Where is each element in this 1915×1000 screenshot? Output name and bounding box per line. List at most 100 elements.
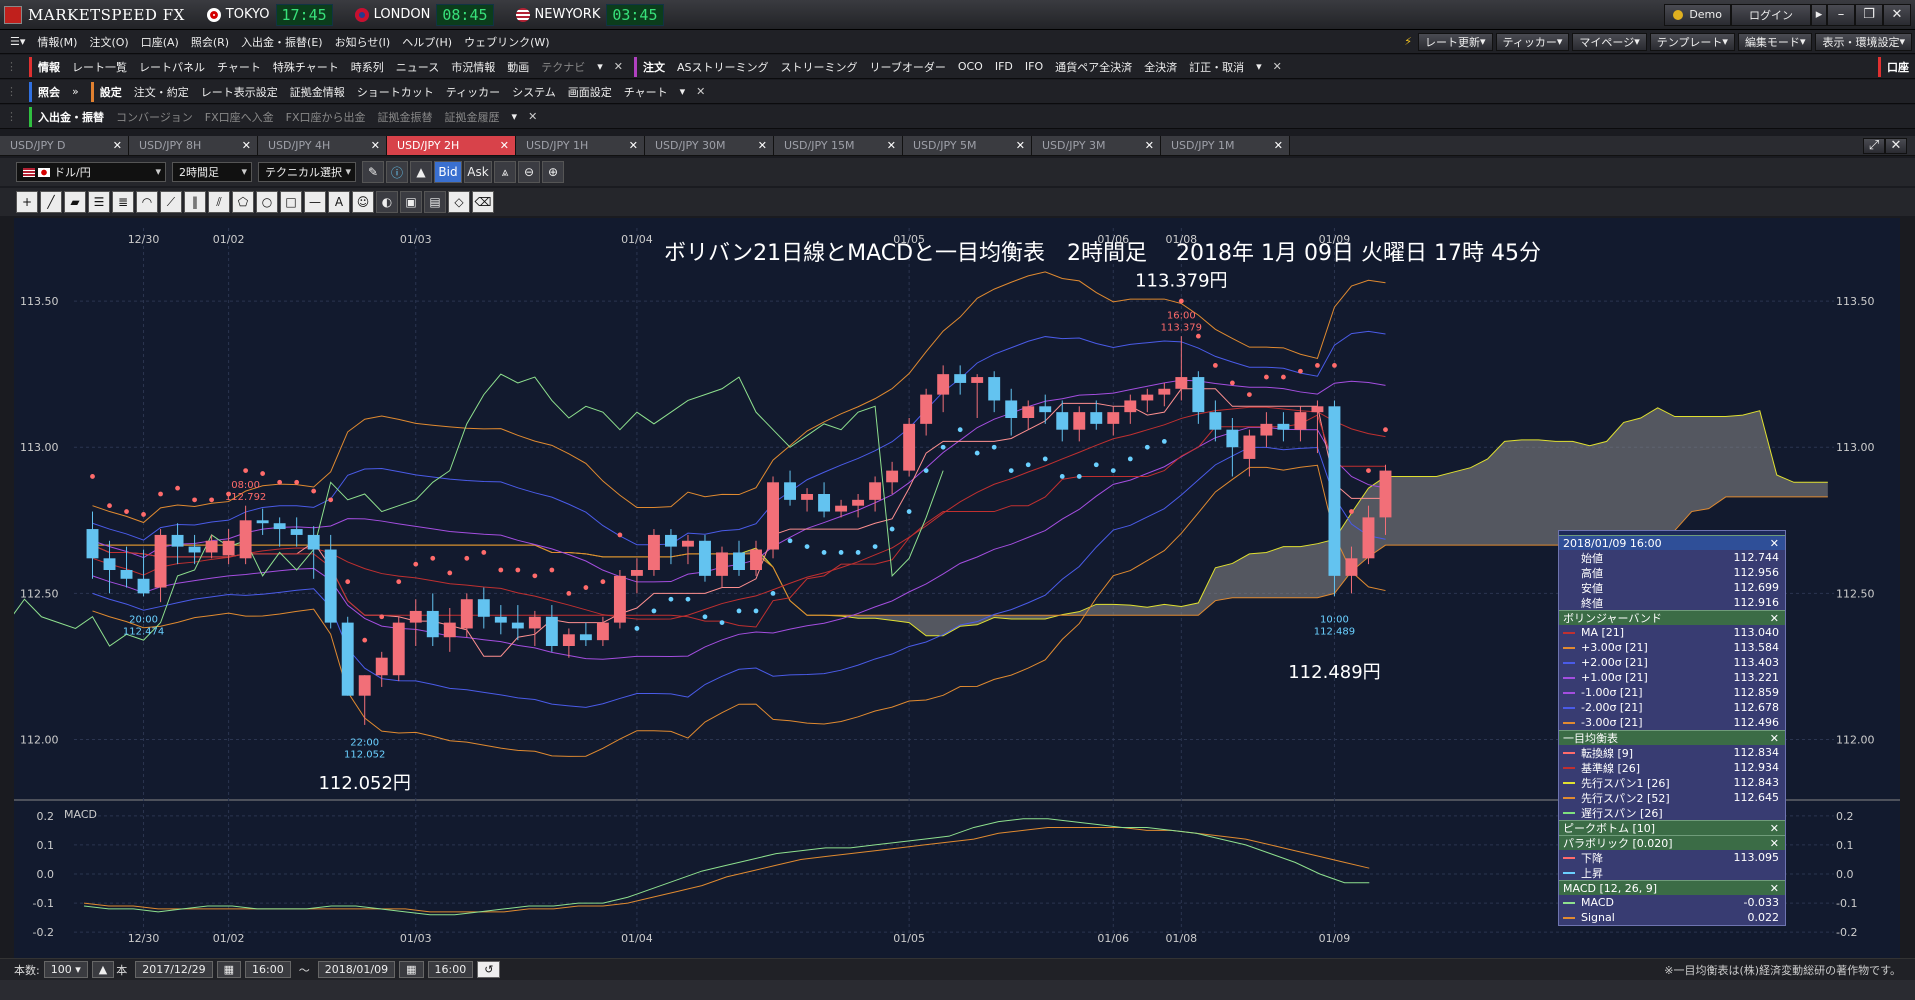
hline-icon[interactable]: ☰: [88, 191, 110, 213]
demo-button[interactable]: Demo: [1664, 3, 1731, 26]
arc-icon[interactable]: ◠: [136, 191, 158, 213]
toolbar1b-more[interactable]: ▾: [1250, 57, 1268, 77]
close-icon[interactable]: ✕: [1770, 882, 1779, 895]
toolbar-item[interactable]: レート一覧: [66, 57, 133, 77]
toolbar-order-item[interactable]: ASストリーミング: [671, 57, 775, 77]
toolbar1b-close[interactable]: ✕: [1268, 60, 1287, 73]
close-icon[interactable]: ✕: [500, 139, 509, 152]
toolbar-order-item[interactable]: ストリーミング: [775, 57, 864, 77]
toolbar2-drop[interactable]: ▾: [674, 82, 692, 102]
pen-icon[interactable]: ✎: [362, 161, 384, 183]
toolbar-transfer-item[interactable]: FX口座へ入金: [199, 107, 280, 127]
tab-chart[interactable]: USD/JPY 2H ✕: [387, 136, 516, 155]
ask-button[interactable]: Ask: [464, 161, 492, 183]
toolbar-transfer-item[interactable]: 証拠金振替: [372, 107, 439, 127]
close-icon[interactable]: ✕: [1770, 537, 1779, 550]
chart-toggle-icon[interactable]: ⩓: [494, 161, 516, 183]
menu-item[interactable]: 口座(A): [135, 32, 185, 52]
eraser-icon[interactable]: ▰: [64, 191, 86, 213]
fib-icon[interactable]: ≣: [112, 191, 134, 213]
zoom-in-icon[interactable]: ⊕: [542, 161, 564, 183]
close-icon[interactable]: ✕: [371, 139, 380, 152]
zoom-out-icon[interactable]: ⊖: [518, 161, 540, 183]
toolbar1-close[interactable]: ✕: [609, 60, 628, 73]
top-right-button[interactable]: ティッカー ▾: [1495, 32, 1570, 51]
to-time-field[interactable]: 16:00: [427, 961, 474, 978]
toolbar-transfer-item[interactable]: 証拠金履歴: [439, 107, 506, 127]
from-time-field[interactable]: 16:00: [245, 961, 291, 978]
text-icon[interactable]: A: [328, 191, 350, 213]
to-date-field[interactable]: 2018/01/09: [317, 961, 396, 978]
tab-chart[interactable]: USD/JPY 15M ✕: [774, 136, 903, 155]
vlines-icon[interactable]: ‖: [184, 191, 206, 213]
top-right-button[interactable]: 表示・環境設定 ▾: [1815, 32, 1912, 51]
tab-chart[interactable]: USD/JPY D ✕: [0, 136, 129, 155]
tab-chart[interactable]: USD/JPY 5M ✕: [903, 136, 1032, 155]
toolbar-item[interactable]: 特殊チャート: [267, 57, 345, 77]
toolbar-item[interactable]: ニュース: [390, 57, 445, 77]
top-right-button[interactable]: 編集モード ▾: [1737, 32, 1813, 51]
crosshair-icon[interactable]: +: [16, 191, 38, 213]
area-chart-icon[interactable]: ▲: [410, 161, 432, 183]
count-select[interactable]: 100 ▾: [43, 961, 88, 978]
close-icon[interactable]: ✕: [1770, 612, 1779, 625]
login-menu-icon[interactable]: ▸: [1811, 3, 1827, 26]
close-icon[interactable]: ✕: [113, 139, 122, 152]
close-icon[interactable]: ✕: [758, 139, 767, 152]
pentagon-icon[interactable]: ⬠: [232, 191, 254, 213]
toolbar-order-item[interactable]: 訂正・取消: [1183, 57, 1250, 77]
technical-select[interactable]: テクニカル選択: [258, 162, 356, 182]
toolbar-order-item[interactable]: 全決済: [1138, 57, 1183, 77]
calendar-icon[interactable]: ▦: [399, 961, 424, 978]
from-date-field[interactable]: 2017/12/29: [135, 961, 213, 978]
maximize-button[interactable]: ❐: [1855, 3, 1883, 26]
toolbar-item[interactable]: 市況情報: [445, 57, 501, 77]
pair-select[interactable]: ドル/円: [16, 162, 166, 182]
period-select[interactable]: 2時間足: [172, 162, 252, 182]
menu-item[interactable]: 情報(M): [31, 32, 83, 52]
paste-icon[interactable]: ▤: [424, 191, 446, 213]
tab-chart[interactable]: USD/JPY 1H ✕: [516, 136, 645, 155]
close-icon[interactable]: ✕: [629, 139, 638, 152]
fan-icon[interactable]: ⟋: [160, 191, 182, 213]
toolbar-order-item[interactable]: 通貨ペア全決済: [1049, 57, 1138, 77]
menu-item[interactable]: ヘルプ(H): [396, 32, 458, 52]
horizontal-line-icon[interactable]: —: [304, 191, 326, 213]
bid-button[interactable]: Bid: [434, 161, 462, 183]
tab-chart[interactable]: USD/JPY 1M ✕: [1161, 136, 1290, 155]
toolbar-setting-item[interactable]: 証拠金情報: [284, 82, 351, 102]
toolbar-order-item[interactable]: リーブオーダー: [864, 57, 952, 77]
icon-tool-icon[interactable]: ☺: [352, 191, 374, 213]
toolbar2-more[interactable]: »: [66, 82, 85, 102]
tab-chart[interactable]: USD/JPY 30M ✕: [645, 136, 774, 155]
close-icon[interactable]: ✕: [1145, 139, 1154, 152]
toolbar-order-item[interactable]: OCO: [952, 57, 989, 77]
top-right-button[interactable]: マイページ ▾: [1572, 32, 1647, 51]
menu-item[interactable]: 注文(O): [83, 32, 134, 52]
tab-expand-button[interactable]: ⤢: [1863, 137, 1885, 154]
close-icon[interactable]: ✕: [887, 139, 896, 152]
tab-chart[interactable]: USD/JPY 4H ✕: [258, 136, 387, 155]
channel-icon[interactable]: ⫽: [208, 191, 230, 213]
toolbar3-close[interactable]: ✕: [523, 110, 542, 123]
toolbar-order-item[interactable]: IFO: [1019, 57, 1049, 77]
group-inquiry[interactable]: 照会: [29, 81, 66, 102]
toolbar-setting-item[interactable]: ティッカー: [440, 82, 506, 102]
toolbar-transfer-item[interactable]: FX口座から出金: [280, 107, 372, 127]
close-icon[interactable]: ✕: [1274, 139, 1283, 152]
menu-item[interactable]: ウェブリンク(W): [458, 32, 555, 52]
minimize-button[interactable]: –: [1827, 3, 1855, 26]
tab-chart[interactable]: USD/JPY 3M ✕: [1032, 136, 1161, 155]
delete-icon[interactable]: ◇: [448, 191, 470, 213]
toolbar-transfer-item[interactable]: コンバージョン: [110, 107, 199, 127]
close-icon[interactable]: ✕: [1016, 139, 1025, 152]
toolbar-item[interactable]: 時系列: [345, 57, 390, 77]
toolbar-item[interactable]: 動画: [501, 57, 535, 77]
close-icon[interactable]: ✕: [1770, 732, 1779, 745]
copy-icon[interactable]: ▣: [400, 191, 422, 213]
clear-icon[interactable]: ⌫: [472, 191, 494, 213]
info-icon[interactable]: ⓘ: [386, 161, 408, 183]
toolbar-item[interactable]: テクナビ: [535, 57, 591, 77]
toolbar-setting-item[interactable]: ショートカット: [351, 82, 440, 102]
calendar-icon[interactable]: ▦: [216, 961, 242, 978]
